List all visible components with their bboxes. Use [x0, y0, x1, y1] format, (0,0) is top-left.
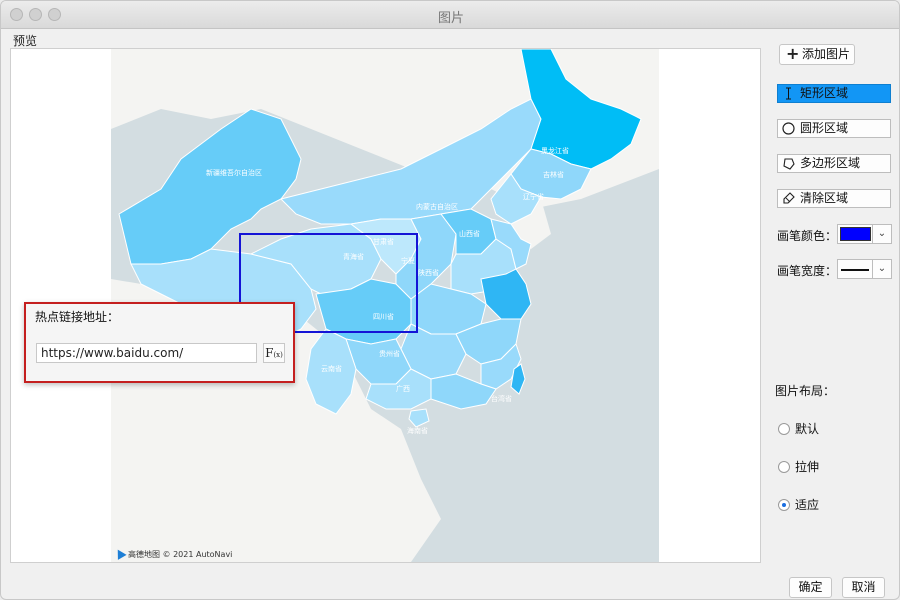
rect-region-button[interactable]: 矩形区域: [777, 84, 891, 103]
clear-region-button[interactable]: 清除区域: [777, 189, 891, 208]
cancel-button[interactable]: 取消: [842, 577, 885, 598]
rect-region-label: 矩形区域: [800, 86, 849, 100]
chevron-down-icon: ⌄: [872, 260, 891, 278]
brush-color-select[interactable]: ⌄: [837, 224, 892, 244]
map-credit-text: 高德地图 © 2021 AutoNavi: [128, 550, 233, 559]
image-layout-label: 图片布局：: [775, 384, 836, 398]
circle-region-label: 圆形区域: [800, 121, 849, 135]
label-shanxi: 山西省: [459, 229, 480, 238]
layout-option-fit[interactable]: 适应: [778, 496, 819, 513]
plus-icon: +: [786, 44, 800, 63]
brush-color-label: 画笔颜色：: [777, 229, 838, 243]
label-xinjiang: 新疆维吾尔自治区: [206, 168, 262, 177]
radio-stretch[interactable]: [778, 461, 790, 473]
brush-width-line-sample: [841, 269, 869, 271]
circle-icon: [782, 122, 795, 135]
navigation-arrow-icon: [113, 547, 127, 560]
label-taiwan: 台湾省: [491, 394, 512, 403]
label-jilin: 吉林省: [543, 170, 564, 179]
eraser-brush-icon: [783, 192, 795, 204]
label-heilongjiang: 黑龙江省: [541, 146, 569, 155]
ok-button[interactable]: 确定: [789, 577, 832, 598]
layout-option-default-label: 默认: [795, 422, 820, 436]
radio-fit[interactable]: [778, 499, 790, 511]
rectangle-cursor-icon: [786, 87, 791, 100]
formula-x-label: (x): [273, 351, 283, 359]
layout-option-fit-label: 适应: [795, 498, 820, 512]
brush-width-label: 画笔宽度：: [777, 264, 838, 278]
label-hainan: 海南省: [407, 426, 428, 435]
layout-option-stretch-label: 拉伸: [795, 460, 820, 474]
brush-width-select[interactable]: ⌄: [837, 259, 892, 279]
label-yunnan: 云南省: [321, 364, 342, 373]
image-dialog-window: 图片 预览 新疆维吾尔自治区 黑龙江省 吉林省 辽宁省 内蒙古自治区 青海省 四…: [0, 0, 900, 600]
map-credit: 高德地图 © 2021 AutoNavi: [113, 547, 233, 560]
label-guangxi: 广西: [396, 384, 410, 393]
radio-default[interactable]: [778, 423, 790, 435]
label-shaanxi: 陕西省: [418, 268, 439, 277]
polygon-region-label: 多边形区域: [800, 156, 861, 170]
region-hainan: [408, 408, 430, 428]
formula-button[interactable]: F(x): [263, 343, 285, 363]
circle-region-button[interactable]: 圆形区域: [777, 119, 891, 138]
hotspot-link-label: 热点链接地址：: [35, 310, 120, 324]
hotspot-url-input[interactable]: [36, 343, 257, 363]
chevron-down-icon: ⌄: [872, 225, 891, 243]
layout-option-stretch[interactable]: 拉伸: [778, 458, 819, 475]
clear-region-label: 清除区域: [800, 191, 849, 205]
label-guizhou: 贵州省: [379, 349, 400, 358]
layout-option-default[interactable]: 默认: [778, 420, 819, 437]
add-image-button[interactable]: + 添加图片: [779, 44, 855, 65]
label-inner-mongolia: 内蒙古自治区: [416, 202, 458, 211]
label-liaoning: 辽宁省: [523, 192, 544, 201]
polygon-icon: [783, 158, 795, 170]
polygon-region-button[interactable]: 多边形区域: [777, 154, 891, 173]
title-bar: 图片: [1, 1, 899, 29]
window-title: 图片: [437, 11, 464, 26]
add-image-label: 添加图片: [802, 47, 851, 61]
hotspot-link-panel: 热点链接地址： F(x): [24, 302, 295, 383]
preview-label: 预览: [13, 34, 38, 48]
region-guizhou: [345, 338, 412, 385]
brush-color-swatch: [840, 227, 871, 241]
